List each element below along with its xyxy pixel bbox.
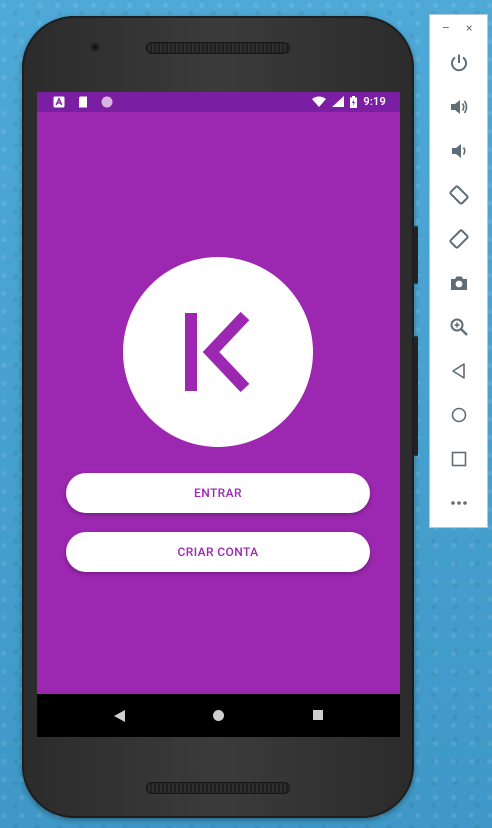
volume-down-icon[interactable] — [447, 139, 471, 163]
status-notifications — [53, 96, 113, 108]
camera-icon[interactable] — [447, 271, 471, 295]
entrar-button[interactable]: ENTRAR — [66, 473, 370, 513]
emulator-toolbar: – × — [429, 14, 488, 528]
back-icon[interactable] — [447, 359, 471, 383]
status-system: 9:19 — [312, 95, 386, 108]
keyboard-notification-icon — [53, 96, 65, 108]
entrar-label: ENTRAR — [194, 486, 242, 500]
volume-up-icon[interactable] — [447, 95, 471, 119]
rotate-left-icon[interactable] — [447, 183, 471, 207]
criar-conta-label: CRIAR CONTA — [177, 545, 259, 559]
wifi-icon — [312, 96, 327, 107]
more-icon[interactable] — [447, 491, 471, 515]
phone-device: 9:19 ENTRAR CRIAR CONTA — [22, 16, 418, 818]
nav-home-icon[interactable] — [213, 710, 224, 721]
rotate-right-icon[interactable] — [447, 227, 471, 251]
home-icon[interactable] — [447, 403, 471, 427]
criar-conta-button[interactable]: CRIAR CONTA — [66, 532, 370, 572]
clock: 9:19 — [363, 95, 386, 108]
nav-recent-apps-icon[interactable] — [313, 710, 323, 720]
signal-icon — [332, 96, 345, 107]
volume-side-button — [414, 336, 418, 456]
overview-icon[interactable] — [447, 447, 471, 471]
sd-card-icon — [79, 96, 87, 108]
power-side-button — [414, 226, 418, 284]
front-camera — [90, 42, 100, 52]
app-logo — [123, 257, 313, 447]
bottom-speaker — [146, 782, 290, 794]
zoom-icon[interactable] — [447, 315, 471, 339]
circle-notification-icon — [101, 96, 113, 108]
k-logo-icon — [185, 311, 250, 393]
nav-back-icon[interactable] — [114, 710, 125, 722]
status-bar: 9:19 — [37, 92, 400, 112]
phone-screen: 9:19 ENTRAR CRIAR CONTA — [37, 92, 400, 737]
navigation-bar — [37, 694, 400, 737]
power-icon[interactable] — [447, 51, 471, 75]
battery-icon — [350, 95, 358, 108]
top-speaker — [146, 42, 290, 54]
close-button[interactable]: × — [466, 21, 472, 35]
toolbar-window-controls: – × — [430, 21, 487, 37]
minimize-button[interactable]: – — [442, 21, 450, 35]
